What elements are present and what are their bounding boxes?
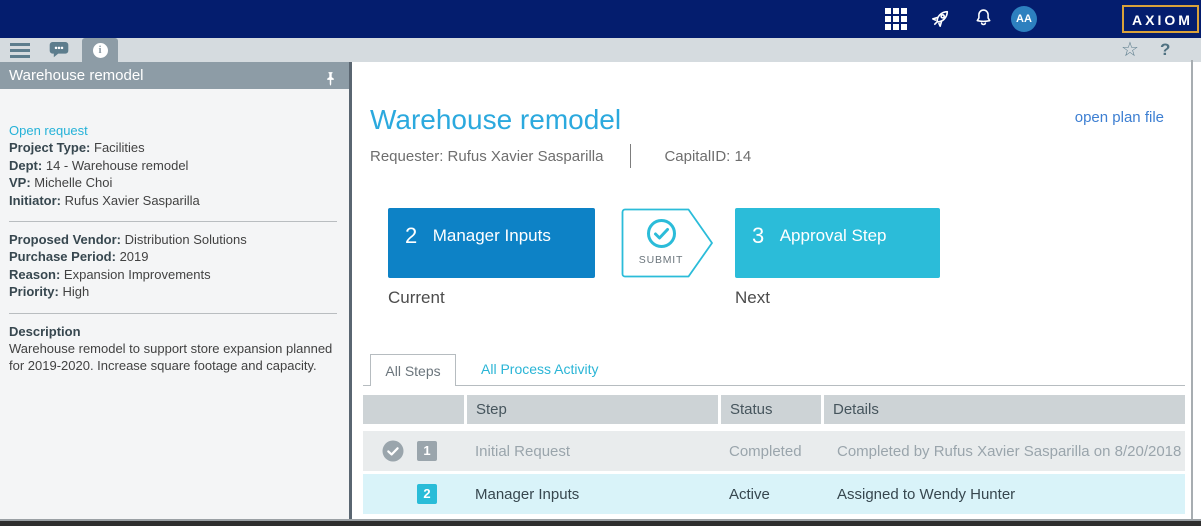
field-purchase-period: Purchase Period: 2019 — [9, 248, 337, 265]
open-plan-file-link[interactable]: open plan file — [1075, 109, 1164, 126]
row-details-cell: Completed by Rufus Xavier Sasparilla on … — [824, 443, 1185, 460]
row-status-cell: Completed — [721, 443, 824, 460]
row-step-cell: Initial Request — [467, 443, 721, 460]
table-row-manager-inputs[interactable]: 2 Manager Inputs Active Assigned to Wend… — [363, 474, 1185, 514]
favorite-star-icon[interactable]: ☆ — [1121, 38, 1139, 62]
next-step-number: 3 — [752, 223, 764, 248]
step-number-badge: 2 — [417, 484, 437, 504]
row-status-cell: Active — [721, 486, 824, 503]
field-dept: Dept: 14 - Warehouse remodel — [9, 157, 337, 174]
notifications-bell-icon[interactable] — [972, 7, 995, 35]
description-text: Warehouse remodel to support store expan… — [9, 340, 337, 375]
window-bottom-bar — [0, 519, 1201, 526]
table-header-details: Details — [824, 395, 1185, 424]
toolbar: i ☆ ? — [0, 38, 1201, 62]
main-panel: Warehouse remodel Requester: Rufus Xavie… — [352, 62, 1191, 519]
axiom-logo: AXIOM — [1122, 5, 1199, 33]
open-request-link[interactable]: Open request — [9, 122, 337, 139]
capital-id-text: CapitalID: 14 — [664, 148, 751, 165]
table-header-blank — [363, 395, 464, 424]
tab-all-steps[interactable]: All Steps — [370, 354, 456, 386]
current-caption: Current — [388, 288, 445, 308]
field-vp: VP: Michelle Choi — [9, 174, 337, 191]
step-number-badge: 1 — [417, 441, 437, 461]
sidebar-divider — [9, 313, 337, 314]
info-icon: i — [93, 43, 108, 58]
completed-check-icon — [382, 440, 404, 466]
tab-rule — [363, 385, 1185, 386]
sidebar-title: Warehouse remodel — [9, 67, 144, 84]
next-step-box[interactable]: 3 Approval Step — [735, 208, 940, 278]
requester-text: Requester: Rufus Xavier Sasparilla — [370, 148, 603, 165]
row-step-indicator: 1 — [363, 431, 467, 471]
field-proposed-vendor: Proposed Vendor: Distribution Solutions — [9, 231, 337, 248]
sidebar-panel: Warehouse remodel Open request Project T… — [0, 62, 349, 519]
row-details-cell: Assigned to Wendy Hunter — [824, 486, 1185, 503]
next-step-label: Approval Step — [780, 226, 887, 245]
page-title: Warehouse remodel — [370, 104, 621, 136]
table-header-step: Step — [467, 395, 718, 424]
rocket-icon[interactable] — [927, 6, 953, 37]
tab-all-process-activity[interactable]: All Process Activity — [473, 354, 606, 385]
user-avatar[interactable]: AA — [1011, 6, 1037, 32]
field-priority: Priority: High — [9, 283, 337, 300]
table-header-status: Status — [721, 395, 821, 424]
request-meta-row: Requester: Rufus Xavier Sasparilla Capit… — [370, 144, 751, 168]
field-initiator: Initiator: Rufus Xavier Sasparilla — [9, 192, 337, 209]
submit-button[interactable] — [621, 208, 714, 283]
field-reason: Reason: Expansion Improvements — [9, 266, 337, 283]
sidebar-body: Open request Project Type: Facilities De… — [0, 89, 349, 519]
info-tab[interactable]: i — [82, 38, 118, 62]
table-row-initial-request[interactable]: 1 Initial Request Completed Completed by… — [363, 431, 1185, 471]
table-header-row: Step Status Details — [363, 395, 1185, 424]
meta-separator — [630, 144, 631, 168]
field-project-type: Project Type: Facilities — [9, 139, 337, 156]
window-right-border — [1191, 60, 1193, 519]
current-step-box[interactable]: 2 Manager Inputs — [388, 208, 595, 278]
help-icon[interactable]: ? — [1160, 38, 1170, 62]
row-step-cell: Manager Inputs — [467, 486, 721, 503]
sidebar-header: Warehouse remodel — [0, 62, 349, 89]
row-step-indicator: 2 — [363, 474, 467, 514]
app-grid-icon[interactable] — [885, 8, 907, 35]
current-step-number: 2 — [405, 223, 417, 248]
description-heading: Description — [9, 323, 337, 340]
menu-hamburger-icon[interactable] — [10, 43, 30, 61]
current-step-label: Manager Inputs — [433, 226, 551, 245]
top-navbar: AA AXIOM — [0, 0, 1201, 38]
sidebar-divider — [9, 221, 337, 222]
next-caption: Next — [735, 288, 770, 308]
